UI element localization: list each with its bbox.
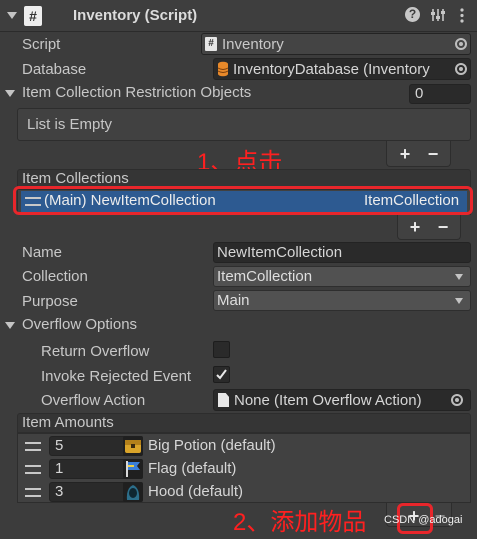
script-file-icon: # <box>205 37 217 51</box>
return-overflow-label: Return Overflow <box>41 343 150 360</box>
item-name[interactable]: Hood (default) <box>148 483 243 500</box>
invoke-rejected-checkbox[interactable] <box>213 366 230 383</box>
collection-label: Collection <box>22 268 88 285</box>
purpose-label: Purpose <box>22 293 78 310</box>
item-name[interactable]: Flag (default) <box>148 460 236 477</box>
invoke-rejected-label: Invoke Rejected Event <box>41 368 192 385</box>
add-button[interactable]: + <box>395 145 415 163</box>
amounts-header-label: Item Amounts <box>22 414 114 431</box>
database-icon <box>217 61 229 77</box>
empty-list-text: List is Empty <box>27 116 113 133</box>
quantity-field[interactable]: 1 <box>49 459 133 479</box>
collections-header-label: Item Collections <box>22 170 129 187</box>
preset-icon[interactable] <box>430 7 446 23</box>
remove-button[interactable]: − <box>433 218 453 236</box>
collection-dropdown[interactable]: ItemCollection <box>213 266 471 287</box>
list-item: 3 Hood (default) <box>20 482 465 503</box>
list-item: 5 Big Potion (default) <box>20 436 465 457</box>
purpose-dropdown[interactable]: Main <box>213 290 471 311</box>
object-picker-icon[interactable] <box>451 394 463 406</box>
drag-handle-icon[interactable] <box>25 442 41 451</box>
object-picker-icon[interactable] <box>455 63 467 75</box>
database-value: InventoryDatabase (Inventory <box>233 61 430 78</box>
help-icon[interactable]: ? <box>405 7 420 22</box>
dropdown-arrow-icon <box>455 298 463 304</box>
restriction-label[interactable]: Item Collection Restriction Objects <box>22 84 251 101</box>
flag-icon <box>123 459 143 479</box>
annotation-step2: 2、添加物品 <box>233 509 367 536</box>
restriction-count-field[interactable]: 0 <box>409 84 471 104</box>
return-overflow-checkbox[interactable] <box>213 341 230 358</box>
kebab-menu-icon[interactable] <box>459 8 465 24</box>
expand-arrow-icon[interactable] <box>5 90 15 97</box>
remove-button[interactable]: − <box>423 145 443 163</box>
add-button[interactable]: + <box>405 218 425 236</box>
watermark: CSDN @adogai <box>384 514 463 526</box>
quantity-field[interactable]: 5 <box>49 436 133 456</box>
drag-handle-icon[interactable] <box>25 465 41 474</box>
overflow-action-label: Overflow Action <box>41 392 146 409</box>
hood-icon <box>123 482 143 502</box>
quantity-field[interactable]: 3 <box>49 482 133 502</box>
list-item: 1 Flag (default) <box>20 459 465 480</box>
database-label: Database <box>22 61 87 78</box>
object-picker-icon[interactable] <box>455 38 467 50</box>
name-field[interactable]: NewItemCollection <box>213 242 471 263</box>
highlight-box-step1 <box>13 186 473 215</box>
script-value: Inventory <box>222 36 284 53</box>
dropdown-arrow-icon <box>455 274 463 280</box>
overflow-action-value: None (Item Overflow Action) <box>234 392 422 409</box>
collapse-arrow-icon[interactable] <box>7 12 17 19</box>
item-name[interactable]: Big Potion (default) <box>148 437 276 454</box>
expand-arrow-icon[interactable] <box>5 322 15 329</box>
potion-chest-icon <box>123 436 143 456</box>
script-icon: # <box>24 6 42 26</box>
overflow-options-label[interactable]: Overflow Options <box>22 316 137 333</box>
name-label: Name <box>22 244 63 261</box>
script-label: Script <box>22 36 61 53</box>
file-icon <box>218 393 229 407</box>
component-title: Inventory (Script) <box>73 7 198 24</box>
drag-handle-icon[interactable] <box>25 488 41 497</box>
